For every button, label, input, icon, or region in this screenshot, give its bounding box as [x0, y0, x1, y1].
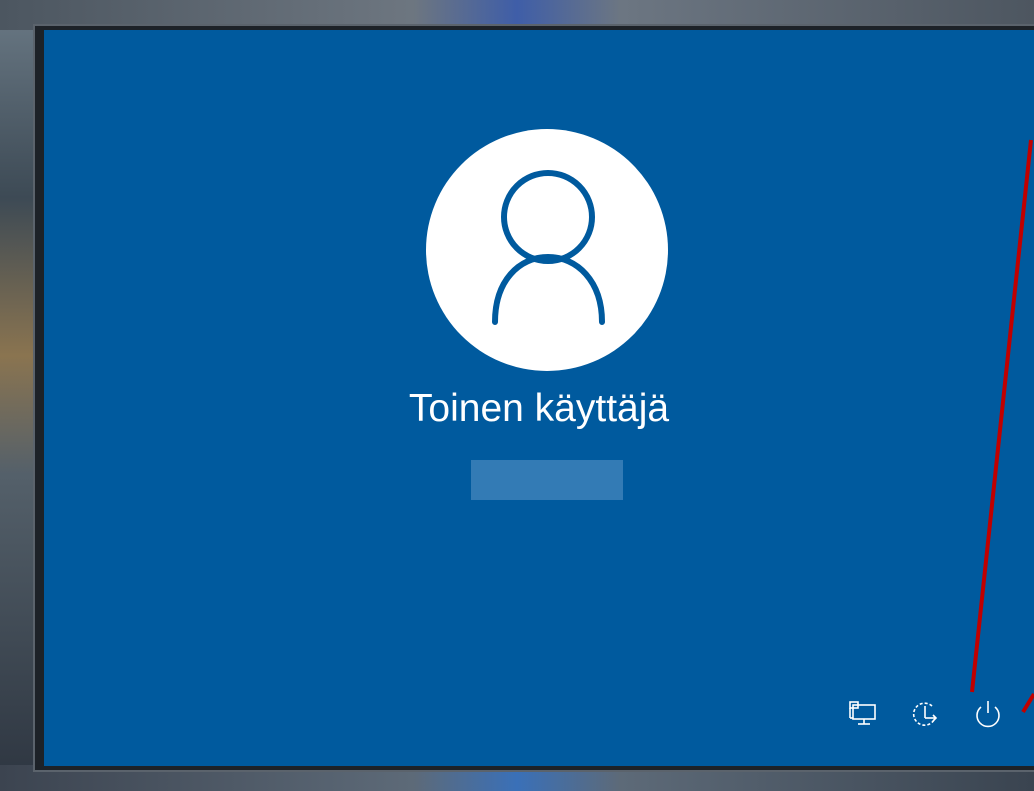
user-name-label: Toinen käyttäjä	[408, 387, 670, 430]
login-screen: Toinen käyttäjä	[44, 30, 1034, 766]
power-icon[interactable]	[970, 696, 1006, 732]
network-icon[interactable]	[842, 696, 878, 732]
ease-of-access-icon[interactable]	[908, 696, 944, 732]
sign-in-button[interactable]	[471, 460, 623, 500]
user-avatar	[426, 129, 668, 371]
user-silhouette-icon	[492, 170, 605, 325]
